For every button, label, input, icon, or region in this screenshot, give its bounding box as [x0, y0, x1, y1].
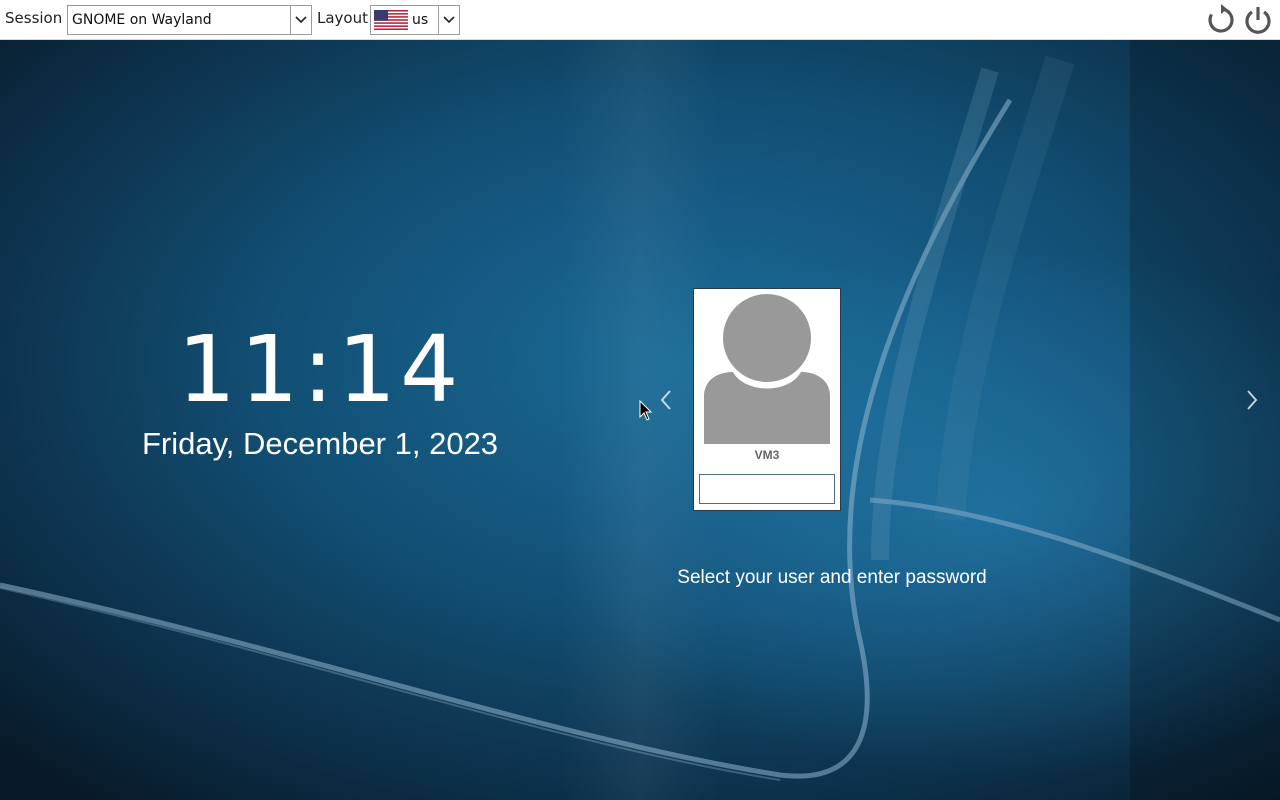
top-bar: Session GNOME on Wayland Layout us [0, 0, 1280, 40]
session-label: Session [5, 9, 63, 27]
login-screen: Session GNOME on Wayland Layout us 11:14… [0, 0, 1280, 800]
us-flag-icon [374, 10, 408, 30]
clock-date: Friday, December 1, 2023 [141, 426, 499, 461]
clock-time: 11:14 [177, 316, 463, 423]
user-card[interactable]: VM3 [693, 288, 841, 511]
layout-select[interactable]: us [370, 5, 460, 35]
layout-select-value: us [412, 12, 429, 28]
password-field[interactable] [699, 474, 835, 504]
session-select[interactable]: GNOME on Wayland [67, 5, 312, 35]
restart-icon[interactable] [1205, 4, 1237, 36]
chevron-down-icon[interactable] [438, 6, 459, 34]
power-icon[interactable] [1242, 4, 1274, 36]
mouse-pointer-icon [639, 399, 653, 422]
session-select-value: GNOME on Wayland [72, 12, 212, 28]
username-label: VM3 [754, 448, 780, 462]
chevron-down-icon[interactable] [290, 6, 311, 34]
login-hint: Select your user and enter password [677, 567, 987, 588]
chevron-left-icon[interactable] [656, 385, 676, 415]
chevron-right-icon[interactable] [1242, 385, 1262, 415]
layout-label: Layout [317, 9, 368, 27]
user-avatar-icon [703, 294, 831, 444]
